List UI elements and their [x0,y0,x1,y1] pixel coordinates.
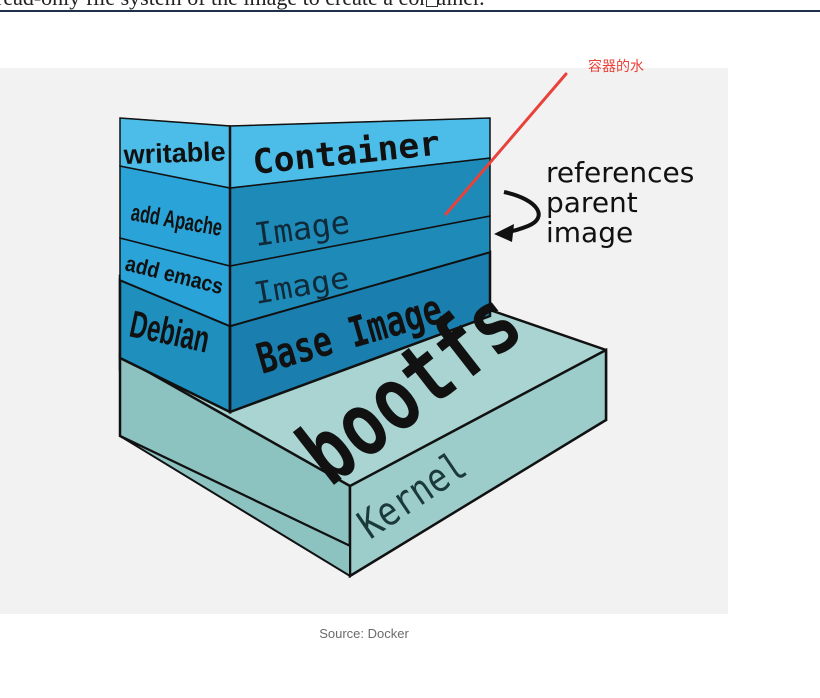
text-cursor [426,0,438,7]
references-arrow-head [494,224,514,242]
annotation-red-text: 容器的水 [588,59,644,75]
references-arrow [503,190,541,234]
docker-layers-figure: writable add Apache add emacs Debian Con… [0,68,728,614]
side-label-writable: writable [122,136,226,170]
header-divider [0,10,820,12]
references-label-line3: image [546,216,633,249]
paragraph-text: read-only file system of the image to cr… [0,0,820,10]
references-label-line1: references [546,156,694,189]
references-label-line2: parent [546,186,638,219]
docker-layers-diagram: writable add Apache add emacs Debian Con… [118,72,694,579]
figure-caption: Source: Docker [319,626,409,641]
